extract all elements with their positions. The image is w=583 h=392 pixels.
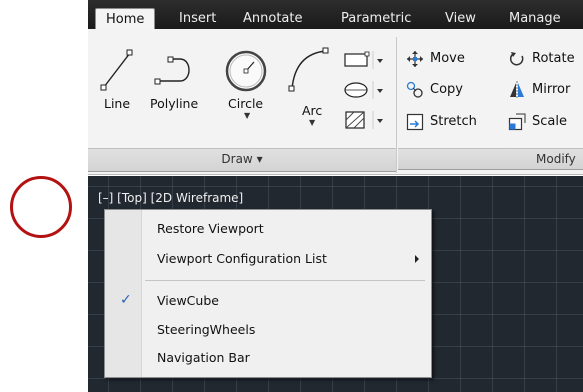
ribbon-tab-bar: Home Insert Annotate Parametric View Man… [88,0,583,30]
circle-icon[interactable] [224,49,268,93]
menu-item-navigation-bar[interactable]: Navigation Bar [105,345,431,371]
hatch-icon[interactable] [342,109,386,131]
mirror-icon [508,81,526,99]
menu-item-viewcube[interactable]: ✓ ViewCube [105,288,431,314]
viewport-controls-label[interactable]: [–] [Top] [2D Wireframe] [98,191,243,205]
tab-view[interactable]: View [445,8,476,29]
menu-item-viewport-configuration-list[interactable]: Viewport Configuration List [105,246,431,272]
tab-home[interactable]: Home [95,8,156,30]
menu-item-restore-viewport[interactable]: Restore Viewport [105,216,431,242]
stretch-icon [406,113,424,131]
tab-manage[interactable]: Manage [509,8,561,29]
rotate-icon [508,50,526,68]
viewport-context-menu: Restore Viewport Viewport Configuration … [104,209,432,378]
menu-item-steeringwheels[interactable]: SteeringWheels [105,317,431,343]
ellipse-icon[interactable] [342,79,386,101]
copy-icon [406,81,424,99]
footer-separator [396,148,397,172]
tab-annotate[interactable]: Annotate [243,8,302,29]
modify-panel-footer[interactable]: Modify [398,148,583,170]
circle-dropdown-icon[interactable]: ▼ [244,111,250,120]
rectangle-icon[interactable] [342,49,386,71]
submenu-arrow-icon [415,255,419,263]
polyline-icon[interactable] [152,49,206,89]
draw-panel-footer[interactable]: Draw ▾ [88,148,396,172]
tab-parametric[interactable]: Parametric [341,8,411,29]
scale-icon [508,113,526,131]
arc-icon[interactable] [286,41,332,95]
polyline-button[interactable]: Polyline [150,96,198,111]
line-button[interactable]: Line [104,96,130,111]
arc-button[interactable]: Arc [302,103,322,118]
circle-button[interactable]: Circle [228,96,263,111]
arc-dropdown-icon[interactable]: ▼ [309,118,315,127]
menu-separator [145,280,425,281]
checkmark-icon: ✓ [120,292,132,308]
line-icon[interactable] [98,43,136,95]
annotation-circle [10,176,72,238]
move-icon [406,50,424,68]
tab-insert[interactable]: Insert [179,8,216,29]
